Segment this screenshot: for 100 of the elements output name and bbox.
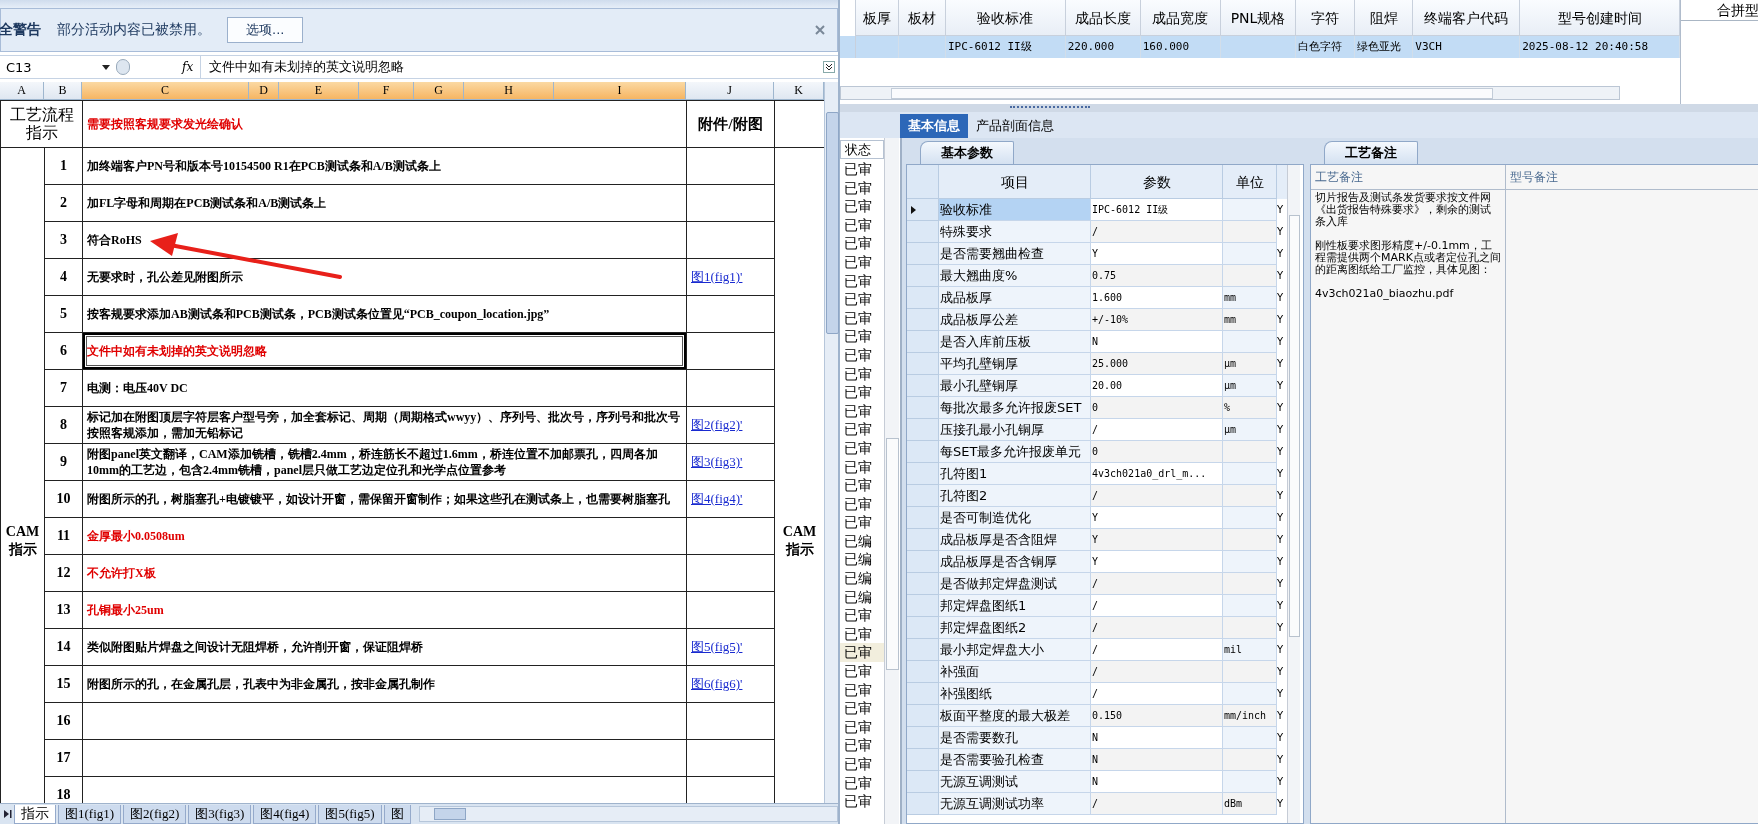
- status-list-item[interactable]: 已审: [840, 736, 884, 755]
- table-cell[interactable]: 每批次最多允许报废SET: [939, 397, 1091, 419]
- vertical-scrollbar[interactable]: [884, 138, 899, 824]
- status-list-item[interactable]: 已审: [840, 290, 884, 309]
- status-list-item[interactable]: 已审: [840, 215, 884, 235]
- table-cell[interactable]: 附图panel英文翻译，CAM添加铣槽，铣槽2.4mm，桥连筋长不超过1.6mm，桥连位置不加邮票孔，四周各加10mm的工艺边，包含2.4mm铣槽，panel层只做工艺边定位孔和光学点位置参考: [82, 443, 687, 481]
- status-list-item[interactable]: 已审: [840, 271, 884, 291]
- sheet-tab[interactable]: 图: [383, 804, 411, 824]
- table-cell[interactable]: 成品板厚: [939, 287, 1091, 309]
- column-header[interactable]: 板厚: [856, 0, 899, 36]
- table-cell[interactable]: /: [1091, 485, 1223, 507]
- horizontal-scrollbar[interactable]: [418, 806, 838, 822]
- table-cell[interactable]: 成品板厚是否含阻焊: [939, 529, 1091, 551]
- table-cell[interactable]: N: [1091, 727, 1223, 749]
- table-cell[interactable]: /: [1091, 793, 1223, 815]
- table-cell[interactable]: 邦定焊盘图纸2: [939, 617, 1091, 639]
- formula-slider-handle[interactable]: [116, 59, 130, 75]
- column-header[interactable]: I: [554, 82, 686, 100]
- sheet-tab[interactable]: 指示: [14, 804, 56, 824]
- table-cell[interactable]: 金厚最小0.0508um: [82, 517, 687, 555]
- vertical-scrollbar[interactable]: [1287, 165, 1300, 823]
- table-cell[interactable]: 最小孔壁铜厚: [939, 375, 1091, 397]
- status-list-item[interactable]: 已审: [840, 624, 884, 644]
- status-list-item[interactable]: 已编: [840, 587, 884, 607]
- table-cell[interactable]: 孔符图1: [939, 463, 1091, 485]
- table-cell[interactable]: 1.600: [1091, 287, 1223, 309]
- column-header[interactable]: 阻焊: [1355, 0, 1414, 36]
- table-cell[interactable]: 无要求时，孔公差见附图所示: [82, 258, 687, 296]
- column-header[interactable]: 验收标准: [945, 0, 1066, 36]
- table-cell[interactable]: 附图所示的孔，树脂塞孔+电镀镀平，如设计开窗，需保留开窗制作；如果这些孔在测试条上，也需要树脂塞孔: [82, 480, 687, 518]
- table-cell[interactable]: 特殊要求: [939, 221, 1091, 243]
- status-list-item[interactable]: 已审: [840, 160, 884, 179]
- table-cell[interactable]: 不允许打X板: [82, 554, 687, 592]
- table-cell[interactable]: 附图所示的孔，在金属孔层，孔表中为非金属孔，按非金属孔制作: [82, 665, 687, 703]
- table-cell[interactable]: 电测：电压40V DC: [82, 369, 687, 407]
- sheet-tab[interactable]: 图3(fig3): [188, 804, 252, 824]
- status-list-item[interactable]: 已审: [840, 234, 884, 253]
- tab[interactable]: 基本参数: [920, 141, 1014, 164]
- tab[interactable]: 基本信息: [900, 114, 968, 138]
- status-list-item[interactable]: 已审: [840, 420, 884, 439]
- column-header[interactable]: 成品长度: [1065, 0, 1141, 36]
- table-cell[interactable]: /: [1091, 683, 1223, 705]
- table-cell[interactable]: 是否需要数孔: [939, 727, 1091, 749]
- table-cell[interactable]: N: [1091, 331, 1223, 353]
- column-header[interactable]: 终端客户代码: [1413, 0, 1521, 36]
- table-cell[interactable]: 验收标准: [939, 199, 1091, 221]
- table-cell[interactable]: 类似附图贴片焊盘之间设计无阻焊桥，允许削开窗，保证阻焊桥: [82, 628, 687, 666]
- status-list-item[interactable]: 已审: [840, 643, 884, 663]
- column-header[interactable]: 型号创建时间: [1520, 0, 1680, 36]
- status-list-item[interactable]: 已审: [840, 476, 884, 495]
- table-cell[interactable]: 标记加在附图顶层字符层客户型号旁，加全套标记、周期（周期格式wwyy）、序列号、批次号，序列号和批次号按照客规添加，需加无铅标记: [82, 406, 687, 444]
- status-list-item[interactable]: 已审: [840, 197, 884, 216]
- table-cell[interactable]: /: [1091, 419, 1223, 441]
- table-cell[interactable]: N: [1091, 771, 1223, 793]
- table-cell[interactable]: /: [1091, 573, 1223, 595]
- status-list-item[interactable]: 已编: [840, 531, 884, 551]
- status-list-item[interactable]: 已审: [840, 606, 884, 625]
- table-cell[interactable]: N: [1091, 749, 1223, 771]
- table-cell[interactable]: 0.75: [1091, 265, 1223, 287]
- dropdown-caret-icon[interactable]: [102, 64, 110, 70]
- status-list-item[interactable]: 已审: [840, 680, 884, 700]
- column-header[interactable]: K: [774, 82, 824, 100]
- table-cell[interactable]: 邦定焊盘图纸1: [939, 595, 1091, 617]
- formula-field[interactable]: 文件中如有未划掉的英文说明忽略: [200, 56, 820, 78]
- tab[interactable]: 工艺备注: [1324, 141, 1418, 164]
- options-button[interactable]: 选项...: [227, 17, 304, 43]
- table-cell[interactable]: 成品板厚是否含铜厚: [939, 551, 1091, 573]
- column-header[interactable]: 板材: [898, 0, 946, 36]
- column-header[interactable]: H: [464, 82, 554, 100]
- table-cell[interactable]: /: [1091, 595, 1223, 617]
- table-cell[interactable]: 文件中如有未划掉的英文说明忽略: [82, 332, 687, 370]
- table-cell[interactable]: /: [1091, 639, 1223, 661]
- status-list-item[interactable]: 已编: [840, 550, 884, 570]
- table-cell[interactable]: 成品板厚公差: [939, 309, 1091, 331]
- column-header[interactable]: 型号备注: [1506, 165, 1758, 190]
- horizontal-scrollbar[interactable]: [840, 86, 1620, 100]
- table-cell[interactable]: /: [1091, 661, 1223, 683]
- status-list-item[interactable]: 已编: [840, 569, 884, 588]
- table-cell[interactable]: 0: [1091, 441, 1223, 463]
- tab-nav-icon[interactable]: [2, 809, 12, 819]
- status-list-item[interactable]: 已审: [840, 717, 884, 737]
- status-list-item[interactable]: 已审: [840, 178, 884, 198]
- table-cell[interactable]: 是否入库前压板: [939, 331, 1091, 353]
- status-list-item[interactable]: 已审: [840, 494, 884, 514]
- vertical-scrollbar[interactable]: [824, 82, 838, 803]
- status-list-item[interactable]: 已审: [840, 457, 884, 477]
- table-cell[interactable]: 补强面: [939, 661, 1091, 683]
- column-header[interactable]: A: [0, 82, 44, 100]
- insert-function-button[interactable]: fx: [182, 60, 200, 74]
- status-list-item[interactable]: 已审: [840, 252, 884, 272]
- table-cell[interactable]: 是否可制造优化: [939, 507, 1091, 529]
- table-cell[interactable]: 板面平整度的最大极差: [939, 705, 1091, 727]
- column-header[interactable]: C: [82, 82, 249, 100]
- status-list-item[interactable]: 已审: [840, 327, 884, 346]
- table-cell[interactable]: 0: [1091, 397, 1223, 419]
- table-cell[interactable]: IPC-6012 II级: [1091, 199, 1223, 221]
- status-list-item[interactable]: 已审: [840, 401, 884, 421]
- table-cell[interactable]: 孔铜最小25um: [82, 591, 687, 629]
- table-cell[interactable]: 补强图纸: [939, 683, 1091, 705]
- table-cell[interactable]: 4v3ch021a0_drl_m...: [1091, 463, 1223, 485]
